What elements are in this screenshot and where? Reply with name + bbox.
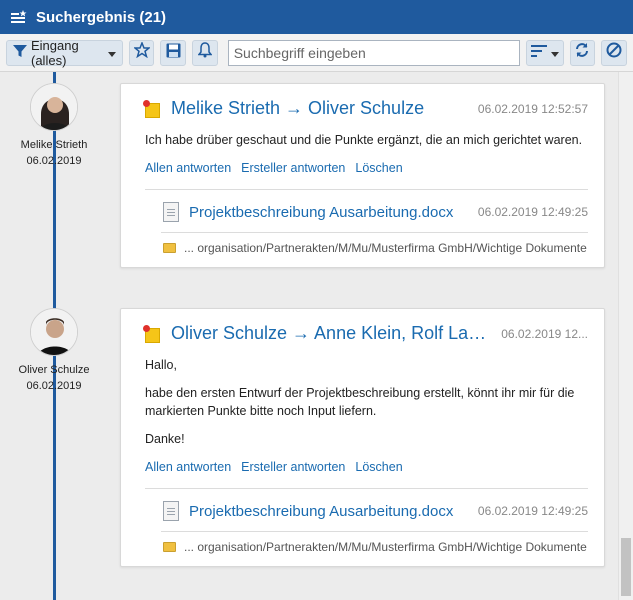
reply-author-link[interactable]: Ersteller antworten xyxy=(241,161,345,175)
results-list: Melike Strieth 06.02.2019 Melike Strieth… xyxy=(0,72,618,600)
message-title[interactable]: Melike Strieth → Oliver Schulze xyxy=(171,98,470,119)
message-title[interactable]: Oliver Schulze → Anne Klein, Rolf Lang, … xyxy=(171,323,493,344)
attachment-date: 06.02.2019 12:49:25 xyxy=(477,504,588,518)
author-block: Melike Strieth 06.02.2019 xyxy=(0,83,108,169)
author-name: Oliver Schulze xyxy=(18,364,90,376)
message-card: Melike Strieth → Oliver Schulze 06.02.20… xyxy=(120,83,605,268)
chevron-down-icon xyxy=(107,45,116,60)
sticky-note-icon xyxy=(143,99,161,118)
scrollbar-thumb[interactable] xyxy=(621,538,631,596)
vertical-scrollbar[interactable] xyxy=(618,72,633,600)
message-date: 06.02.2019 12:52:57 xyxy=(477,101,588,116)
author-date: 06.02.2019 xyxy=(26,380,82,392)
delete-link[interactable]: Löschen xyxy=(355,161,402,175)
filter-dropdown[interactable]: Eingang (alles) xyxy=(6,37,123,68)
sticky-note-icon xyxy=(143,324,161,343)
message-body: Hallo, habe den ersten Entwurf der Proje… xyxy=(121,344,604,448)
folder-icon xyxy=(163,243,176,253)
reply-all-link[interactable]: Allen antworten xyxy=(145,161,231,175)
search-input[interactable] xyxy=(227,39,521,66)
attachment-row: Projektbeschreibung Ausarbeitung.docx 06… xyxy=(121,489,604,521)
save-button[interactable] xyxy=(160,39,187,66)
delete-link[interactable]: Löschen xyxy=(355,460,402,474)
cancel-button[interactable] xyxy=(601,39,627,66)
save-icon xyxy=(166,43,181,63)
attachment-link[interactable]: Projektbeschreibung Ausarbeitung.docx xyxy=(189,204,478,221)
message-text: Hallo, xyxy=(145,358,177,372)
sort-icon xyxy=(530,44,547,62)
reply-author-link[interactable]: Ersteller antworten xyxy=(241,460,345,474)
card-header: Melike Strieth → Oliver Schulze 06.02.20… xyxy=(121,84,604,119)
refresh-button[interactable] xyxy=(569,39,596,66)
title-bar: Suchergebnis (21) xyxy=(0,0,633,34)
message-text: Ich habe drüber geschaut und die Punkte … xyxy=(145,133,583,147)
author-date: 06.02.2019 xyxy=(26,155,82,167)
folder-icon xyxy=(163,542,176,552)
message-actions: Allen antworten Ersteller antworten Lösc… xyxy=(121,159,604,175)
prohibited-icon xyxy=(606,42,622,63)
star-icon xyxy=(132,40,151,63)
search-results-icon xyxy=(10,8,28,26)
message-body: Ich habe drüber geschaut und die Punkte … xyxy=(121,119,604,149)
attachment-link[interactable]: Projektbeschreibung Ausarbeitung.docx xyxy=(189,503,478,520)
document-icon xyxy=(163,501,179,521)
message-text: habe den ersten Entwurf der Projektbesch… xyxy=(145,386,575,418)
message-date: 06.02.2019 12... xyxy=(501,326,588,341)
attachment-row: Projektbeschreibung Ausarbeitung.docx 06… xyxy=(121,190,604,222)
bell-icon xyxy=(197,42,213,63)
folder-path-row: ... organisation/Partnerakten/M/Mu/Muste… xyxy=(121,532,604,566)
document-icon xyxy=(163,202,179,222)
attachment-date: 06.02.2019 12:49:25 xyxy=(477,205,588,219)
filter-icon xyxy=(13,44,27,61)
avatar xyxy=(30,83,78,131)
card-header: Oliver Schulze → Anne Klein, Rolf Lang, … xyxy=(121,309,604,344)
refresh-icon xyxy=(574,42,590,63)
folder-path-row: ... organisation/Partnerakten/M/Mu/Muste… xyxy=(121,233,604,267)
author-name: Melike Strieth xyxy=(20,139,88,151)
page-title: Suchergebnis (21) xyxy=(36,8,167,26)
message-text: Danke! xyxy=(145,432,185,446)
filter-label: Eingang (alles) xyxy=(31,37,79,68)
sort-dropdown[interactable] xyxy=(526,39,564,66)
message-actions: Allen antworten Ersteller antworten Lösc… xyxy=(121,458,604,474)
toolbar: Eingang (alles) xyxy=(0,34,633,72)
notification-button[interactable] xyxy=(192,39,218,66)
message-card: Oliver Schulze → Anne Klein, Rolf Lang, … xyxy=(120,308,605,567)
folder-path[interactable]: ... organisation/Partnerakten/M/Mu/Muste… xyxy=(184,241,587,255)
chevron-down-icon xyxy=(550,44,559,62)
author-block: Oliver Schulze 06.02.2019 xyxy=(0,308,108,394)
favorite-button[interactable] xyxy=(128,39,155,66)
avatar xyxy=(30,308,78,356)
folder-path[interactable]: ... organisation/Partnerakten/M/Mu/Muste… xyxy=(184,540,587,554)
reply-all-link[interactable]: Allen antworten xyxy=(145,460,231,474)
